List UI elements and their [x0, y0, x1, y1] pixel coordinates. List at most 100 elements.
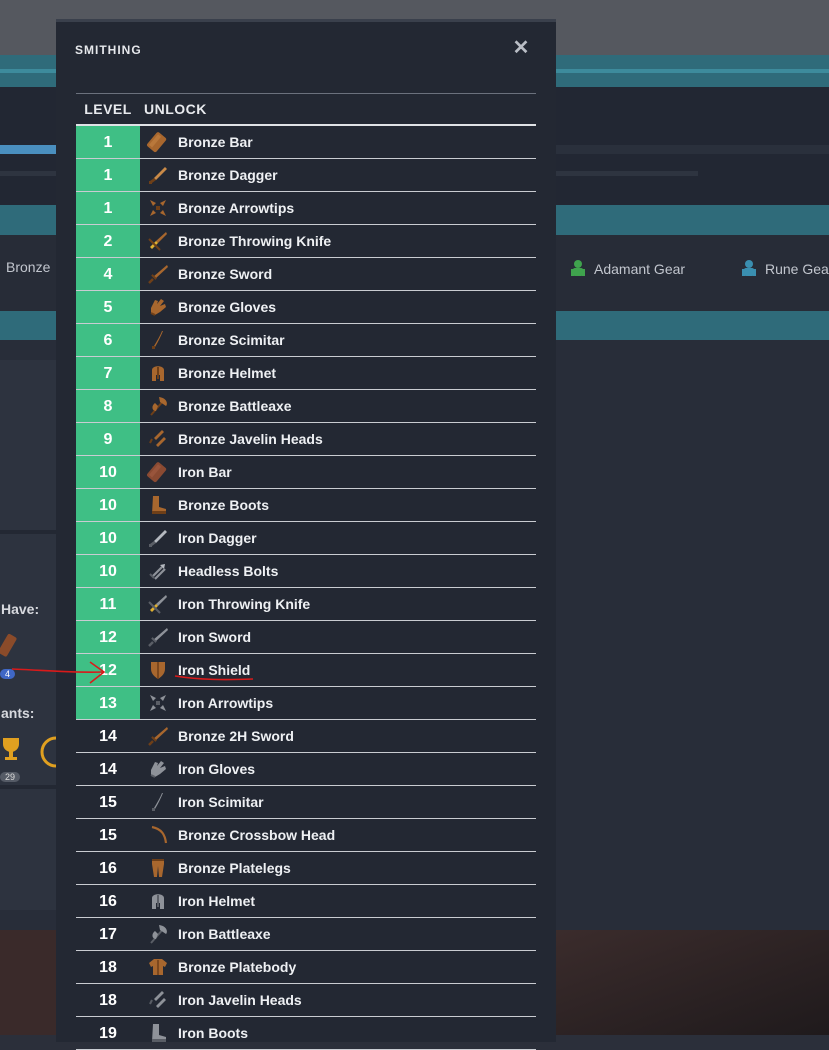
gear-tab-label: Rune Gea	[765, 261, 829, 277]
table-row: 16 Iron Helmet	[76, 885, 536, 918]
arrowtips-icon	[144, 687, 172, 719]
level-cell: 10	[76, 522, 140, 554]
bar-icon	[144, 126, 172, 158]
table-row: 9 Bronze Javelin Heads	[76, 423, 536, 456]
table-row: 18 Bronze Platebody	[76, 951, 536, 984]
gear-tab-label: Adamant Gear	[594, 261, 686, 277]
scimitar-icon	[144, 786, 172, 818]
javelin-heads-icon	[144, 423, 172, 455]
table-row: 10 Headless Bolts	[76, 555, 536, 588]
unlock-name: Bronze Throwing Knife	[178, 233, 332, 249]
unlock-name: Bronze Scimitar	[178, 332, 285, 348]
table-row: 17 Iron Battleaxe	[76, 918, 536, 951]
table-row: 12 Iron Shield	[76, 654, 536, 687]
gear-icon	[571, 260, 585, 276]
level-cell: 10	[76, 555, 140, 587]
level-cell: 19	[99, 1025, 117, 1042]
gloves-icon	[144, 291, 172, 323]
table-body: 1 Bronze Bar 1 Bronze Dagger 1 Bronze Arrowti…	[76, 126, 536, 1050]
sword-icon	[144, 258, 172, 290]
level-cell: 6	[76, 324, 140, 356]
unlock-name: Bronze Battleaxe	[178, 398, 292, 414]
unlock-name: Iron Boots	[178, 1025, 248, 1041]
unlock-name: Bronze Dagger	[178, 167, 278, 183]
table-row: 16 Bronze Platelegs	[76, 852, 536, 885]
unlock-name: Bronze Crossbow Head	[178, 827, 336, 843]
bar-icon	[0, 633, 17, 657]
table-row: 10 Bronze Boots	[76, 489, 536, 522]
crossbow-head-icon	[144, 819, 172, 851]
table-row: 1 Bronze Arrowtips	[76, 192, 536, 225]
table-header: LEVEL UNLOCK	[76, 93, 536, 126]
level-cell: 17	[99, 926, 117, 943]
unlock-name: Bronze Bar	[178, 134, 253, 150]
table-row: 2 Bronze Throwing Knife	[76, 225, 536, 258]
level-cell: 15	[99, 794, 117, 811]
table-row: 5 Bronze Gloves	[76, 291, 536, 324]
progress-bar-track-small	[556, 171, 698, 176]
scimitar-icon	[144, 324, 172, 356]
unlock-name: Iron Javelin Heads	[178, 992, 302, 1008]
level-cell: 9	[76, 423, 140, 455]
gear-tab-label: Bronze	[6, 259, 51, 275]
level-cell: 16	[99, 860, 117, 877]
level-cell: 5	[76, 291, 140, 323]
gloves-icon	[144, 753, 172, 785]
unlock-name: Bronze Arrowtips	[178, 200, 295, 216]
arrowtips-icon	[144, 192, 172, 224]
level-cell: 18	[99, 959, 117, 976]
close-icon[interactable]: ✕	[512, 38, 530, 58]
unlock-name: Iron Battleaxe	[178, 926, 271, 942]
level-cell: 18	[99, 992, 117, 1009]
table-row: 1 Bronze Bar	[76, 126, 536, 159]
gear-icon	[742, 260, 756, 276]
badge-ring-icon	[40, 736, 56, 768]
unlock-name: Iron Arrowtips	[178, 695, 274, 711]
platelegs-icon	[144, 852, 172, 884]
level-cell: 13	[76, 687, 140, 719]
level-cell: 8	[76, 390, 140, 422]
gear-tab-adamant[interactable]: Adamant Gear	[570, 259, 685, 279]
level-cell: 1	[76, 159, 140, 191]
level-cell: 12	[76, 621, 140, 653]
javelin-heads-icon	[144, 984, 172, 1016]
table-row: 14 Bronze 2H Sword	[76, 720, 536, 753]
smithing-modal: SMITHING ✕ LEVEL UNLOCK 1 Bronze Bar 1 Bron…	[56, 19, 556, 1050]
unlock-name: Bronze Gloves	[178, 299, 277, 315]
throwing-knife-icon	[144, 588, 172, 620]
level-cell: 4	[76, 258, 140, 290]
level-cell: 12	[76, 654, 140, 686]
unlock-name: Bronze Boots	[178, 497, 269, 513]
unlock-column-header: UNLOCK	[144, 101, 207, 117]
unlock-name: Headless Bolts	[178, 563, 279, 579]
boots-icon	[144, 1017, 172, 1049]
table-row: 15 Bronze Crossbow Head	[76, 819, 536, 852]
level-cell: 2	[76, 225, 140, 257]
gear-tab-rune[interactable]: Rune Gea	[741, 259, 829, 279]
level-cell: 14	[99, 728, 117, 745]
level-cell: 10	[76, 456, 140, 488]
bar-icon	[144, 456, 172, 488]
level-cell: 15	[99, 827, 117, 844]
table-row: 13 Iron Arrowtips	[76, 687, 536, 720]
dagger-icon	[144, 522, 172, 554]
unlock-name: Iron Gloves	[178, 761, 256, 777]
table-row: 8 Bronze Battleaxe	[76, 390, 536, 423]
table-row: 15 Iron Scimitar	[76, 786, 536, 819]
helmet-icon	[144, 357, 172, 389]
progress-bar-track-small	[0, 171, 60, 176]
unlock-name: Bronze 2H Sword	[178, 728, 294, 744]
level-cell: 1	[76, 192, 140, 224]
have-label: Have:	[1, 601, 40, 617]
unlock-name: Bronze Platelegs	[178, 860, 291, 876]
unlock-name: Iron Shield	[178, 662, 251, 678]
table-row: 10 Iron Dagger	[76, 522, 536, 555]
unlock-name: Bronze Sword	[178, 266, 273, 282]
level-cell: 10	[76, 489, 140, 521]
have-count-badge: 4	[0, 669, 16, 679]
table-row: 6 Bronze Scimitar	[76, 324, 536, 357]
level-cell: 1	[76, 126, 140, 158]
unlock-name: Iron Dagger	[178, 530, 257, 546]
unlock-name: Bronze Platebody	[178, 959, 297, 975]
gear-tab-bronze[interactable]: Bronze	[6, 259, 50, 275]
